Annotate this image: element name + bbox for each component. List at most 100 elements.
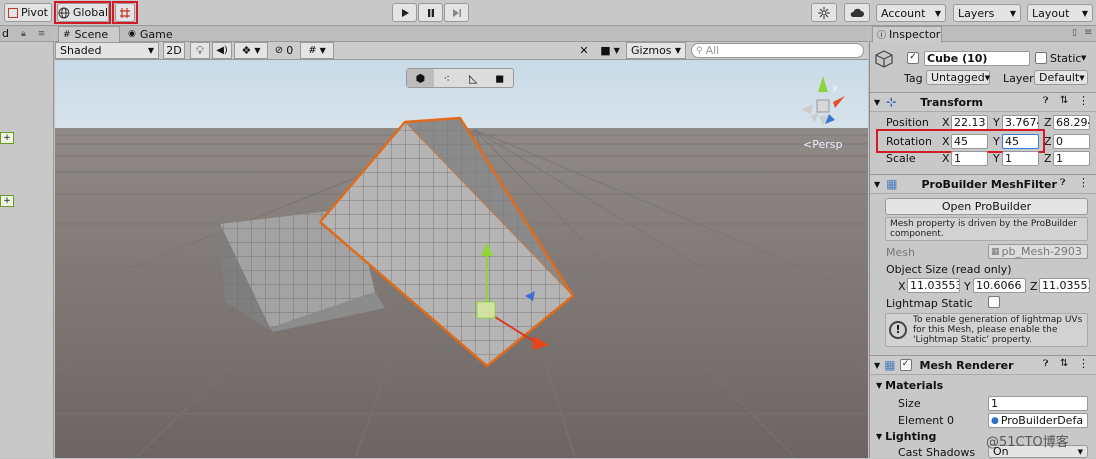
layout-dropdown[interactable]: Layout ▼: [1027, 4, 1093, 22]
shading-mode-dropdown[interactable]: Shaded ▼: [55, 42, 159, 59]
position-x-field[interactable]: 22.13: [951, 115, 988, 130]
preset-icon[interactable]: ⇅: [1060, 358, 1068, 369]
active-checkbox[interactable]: ✓: [907, 52, 919, 64]
lighting-toggle[interactable]: 💡︎: [190, 42, 210, 59]
lightmap-static-checkbox[interactable]: [988, 296, 1000, 308]
open-probuilder-button[interactable]: Open ProBuilder: [885, 198, 1088, 215]
vertex-mode-button[interactable]: ⁖: [434, 69, 461, 87]
static-label: Static: [1050, 52, 1082, 65]
dropdown-arrow-icon: ▼: [254, 46, 261, 55]
tag-dropdown[interactable]: Untagged ▼: [926, 70, 990, 85]
scene-search-input[interactable]: ⚲ All: [691, 43, 864, 58]
hierarchy-add-button[interactable]: +: [0, 132, 14, 144]
layers-dropdown[interactable]: Layers ▼: [953, 4, 1021, 22]
lock-icon: 🔒︎: [20, 28, 26, 39]
tag-label: Tag: [904, 72, 923, 85]
more-options-icon[interactable]: ⋮: [1078, 94, 1089, 107]
cloud-button[interactable]: [844, 3, 870, 22]
rotation-z-field[interactable]: 0: [1053, 134, 1090, 149]
gameobject-cube-icon: [875, 50, 893, 68]
scene-orientation-gizmo[interactable]: y: [793, 74, 853, 138]
tab-inspector[interactable]: ⓘ Inspector: [872, 26, 942, 42]
layout-label: Layout: [1032, 6, 1070, 20]
probuilder-selection-modes: ⬢ ⁖ ◺ ◼: [406, 68, 514, 88]
gamepad-icon: ◉: [128, 29, 136, 39]
transform-icon: ⊹: [886, 95, 897, 109]
more-options-icon[interactable]: ⋮: [1078, 357, 1089, 370]
position-z-field[interactable]: 68.294: [1053, 115, 1090, 130]
element0-field[interactable]: ● ProBuilderDefa: [988, 413, 1088, 428]
axis-z-label: Z: [1030, 280, 1038, 293]
pivot-button[interactable]: Pivot: [4, 3, 52, 22]
scene-viewport[interactable]: ⬢ ⁖ ◺ ◼ y <Persp: [55, 60, 868, 458]
dropdown-arrow-icon: ▼: [1009, 8, 1016, 18]
account-label: Account: [881, 6, 926, 20]
lightbulb-icon: 💡︎: [196, 43, 204, 57]
help-icon[interactable]: ❓︎: [1043, 359, 1048, 369]
axis-y-label: Y: [964, 280, 971, 293]
step-icon: [452, 8, 461, 17]
gizmos-dropdown[interactable]: Gizmos ▼: [626, 42, 686, 59]
foldout-arrow-icon: ▼: [876, 381, 883, 390]
tools-settings-button[interactable]: ✕: [574, 42, 594, 59]
services-button[interactable]: [811, 3, 837, 22]
effects-dropdown[interactable]: ❖ ▼: [234, 42, 268, 59]
grid-visibility-dropdown[interactable]: # ▼: [300, 42, 334, 59]
cube-icon: ⬢: [415, 71, 426, 85]
scale-x-field[interactable]: 1: [951, 151, 988, 166]
play-button[interactable]: [392, 3, 417, 22]
layers-label: Layers: [958, 6, 995, 20]
position-y-field[interactable]: 3.7674: [1002, 115, 1039, 130]
grid-icon: #: [308, 45, 317, 56]
gizmos-label: Gizmos: [631, 44, 672, 57]
audio-toggle[interactable]: ◀): [212, 42, 232, 59]
object-mode-button[interactable]: ⬢: [407, 69, 434, 87]
scale-z-value: 1: [1056, 152, 1063, 165]
axis-z-label: Z: [1044, 135, 1052, 148]
shading-label: Shaded: [60, 44, 102, 57]
help-icon[interactable]: ❓︎: [1060, 178, 1065, 188]
layer-dropdown[interactable]: Default ▼: [1034, 70, 1088, 85]
dropdown-arrow-icon[interactable]: ▼: [1081, 54, 1086, 62]
rotation-z-value: 0: [1056, 135, 1063, 148]
object-name-field[interactable]: Cube (10): [924, 51, 1030, 66]
hierarchy-add-button[interactable]: +: [0, 195, 14, 207]
toggle-2d-button[interactable]: 2D: [163, 42, 185, 59]
mesh-info-line1: Mesh property is driven by the ProBuilde…: [890, 219, 1077, 229]
axis-y-label: Y: [993, 116, 1000, 129]
more-options-icon[interactable]: ⋮: [1078, 176, 1089, 189]
persp-label[interactable]: <Persp: [803, 138, 842, 151]
lighting-foldout[interactable]: ▼ Lighting: [876, 430, 936, 443]
dropdown-arrow-icon: ▼: [319, 46, 326, 55]
help-icon[interactable]: ❓︎: [1043, 96, 1048, 106]
object-name: Cube (10): [927, 52, 988, 65]
highlight-grid-snap: [112, 1, 138, 24]
tab-scene[interactable]: # Scene: [58, 26, 120, 42]
static-checkbox[interactable]: [1035, 52, 1047, 64]
axis-z-label: Z: [1044, 152, 1052, 165]
pause-button[interactable]: [418, 3, 443, 22]
preset-icon[interactable]: ⇅: [1060, 95, 1068, 106]
materials-size-field[interactable]: 1: [988, 396, 1088, 411]
hierarchy-tab-label: d: [2, 27, 9, 40]
meshrenderer-enabled-checkbox[interactable]: ✓: [899, 359, 912, 371]
materials-foldout[interactable]: ▼ Materials: [876, 379, 943, 392]
position-label: Position: [886, 116, 929, 129]
face-mode-button[interactable]: ◼: [487, 69, 514, 87]
dropdown-arrow-icon: ▼: [1081, 8, 1088, 18]
camera-icon: ■: [600, 44, 611, 57]
tab-game[interactable]: ◉ Game: [124, 26, 184, 42]
edge-mode-button[interactable]: ◺: [460, 69, 487, 87]
axis-y-label: Y: [993, 152, 1000, 165]
scale-y-field[interactable]: 1: [1002, 151, 1039, 166]
scale-z-field[interactable]: 1: [1053, 151, 1090, 166]
lock-icon[interactable]: ▯: [1072, 28, 1077, 38]
account-dropdown[interactable]: Account ▼: [876, 4, 946, 22]
axis-z-label: Z: [1044, 116, 1052, 129]
menu-icon[interactable]: ≡: [1084, 27, 1092, 38]
step-button[interactable]: [444, 3, 469, 22]
materials-size-value: 1: [991, 397, 998, 410]
position-x-value: 22.13: [954, 116, 986, 129]
hidden-objects-toggle[interactable]: ⊘ 0: [271, 42, 297, 59]
camera-dropdown[interactable]: ■ ▼: [596, 42, 624, 59]
